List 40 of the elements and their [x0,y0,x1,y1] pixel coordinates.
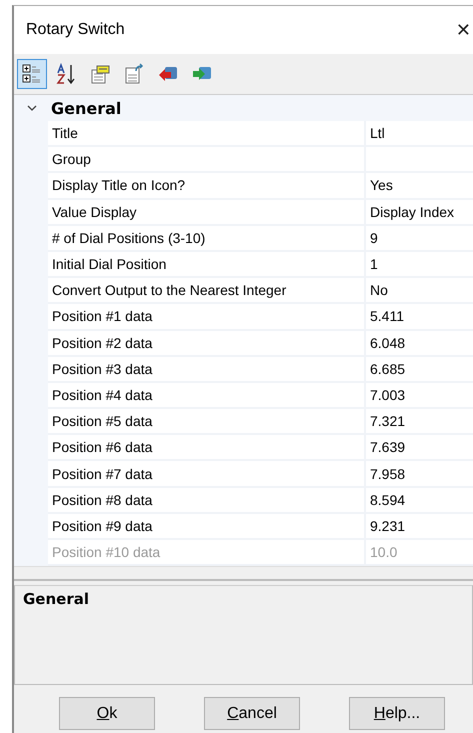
property-name[interactable]: Title [48,121,366,148]
property-name[interactable]: Position #9 data [48,514,366,540]
property-name[interactable]: Position #7 data [48,461,366,488]
property-name[interactable]: Position #4 data [48,382,366,410]
dialog-button[interactable]: Help... [349,697,445,730]
categorized-view-icon[interactable] [17,59,47,89]
property-name[interactable]: Position #1 data [48,304,366,330]
property-value[interactable]: 9 [366,226,473,252]
category-label: General [51,98,122,118]
property-value[interactable]: 8.594 [366,488,473,514]
property-value[interactable]: Display Index [366,200,473,226]
property-value[interactable]: Ltl [366,121,473,148]
property-value[interactable]: 5.411 [366,304,473,330]
property-name[interactable]: Value Display [48,200,366,226]
property-name[interactable]: Position #8 data [48,488,366,514]
property-name[interactable]: Position #5 data [48,409,366,436]
property-value[interactable]: 7.003 [366,382,473,410]
close-button[interactable]: ✕ [456,20,471,40]
collapse-chevron-icon[interactable] [25,103,39,113]
window-title: Rotary Switch [26,21,125,39]
dialog-button[interactable]: Cancel [204,697,300,730]
property-name[interactable]: Position #6 data [48,435,366,462]
description-title: General [23,590,89,608]
property-value[interactable]: 9.231 [366,514,473,540]
property-name[interactable]: Display Title on Icon? [48,173,366,200]
property-value[interactable]: 1 [366,252,473,278]
property-value[interactable]: 6.048 [366,330,473,357]
property-name[interactable]: Position #2 data [48,330,366,357]
dialog-button[interactable]: Ok [59,697,155,730]
property-name[interactable]: Group [48,147,366,174]
property-value[interactable]: 7.639 [366,435,473,462]
property-name[interactable]: Position #3 data [48,356,366,383]
property-value[interactable]: Yes [366,173,473,200]
property-value[interactable]: 6.685 [366,356,473,383]
property-value[interactable]: 7.321 [366,409,473,436]
property-value[interactable]: 7.958 [366,461,473,488]
property-value[interactable]: No [366,278,473,304]
property-name[interactable]: Convert Output to the Nearest Integer [48,278,366,304]
property-name[interactable]: # of Dial Positions (3-10) [48,226,366,252]
property-name[interactable]: Initial Dial Position [48,252,366,278]
